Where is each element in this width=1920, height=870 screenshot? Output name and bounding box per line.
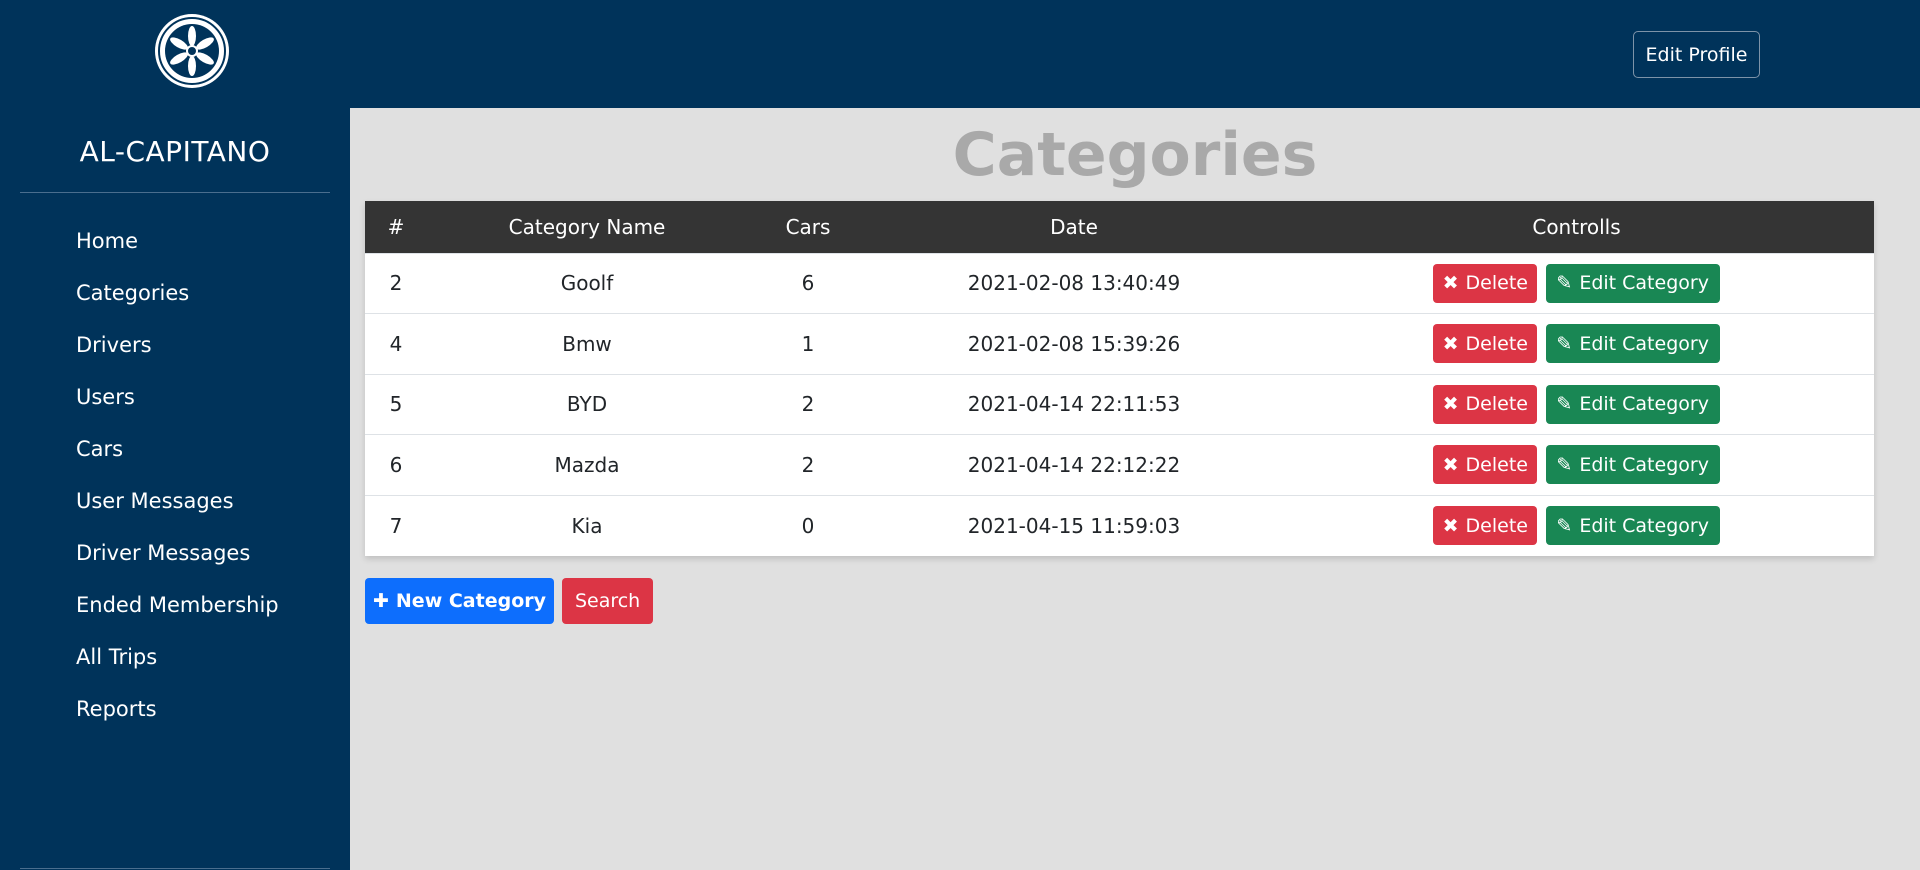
- cell-name: BYD: [566, 392, 608, 417]
- table-row: 2 Goolf 6 2021-02-08 13:40:49 ✖ Delete ✎ E…: [365, 253, 1874, 314]
- times-icon: ✖: [1442, 453, 1459, 476]
- delete-button[interactable]: ✖ Delete: [1433, 384, 1538, 424]
- cell-cars: 6: [801, 271, 815, 296]
- edit-category-button[interactable]: ✎ Edit Category: [1545, 506, 1720, 545]
- cell-controls: ✖ Delete ✎ Edit Category: [1279, 495, 1874, 556]
- table-row: 7 Kia 0 2021-04-15 11:59:03 ✖ Delete ✎ Edi…: [365, 495, 1874, 556]
- edit-category-button[interactable]: ✎ Edit Category: [1545, 384, 1720, 424]
- delete-button[interactable]: ✖ Delete: [1433, 506, 1538, 545]
- edit-icon: ✎: [1556, 514, 1573, 537]
- cell-cars: 2: [801, 392, 815, 417]
- edit-category-button[interactable]: ✎ Edit Category: [1545, 263, 1720, 303]
- edit-icon: ✎: [1556, 332, 1573, 355]
- new-category-button[interactable]: ✚ New Category: [365, 578, 554, 624]
- sidebar-item-home[interactable]: Home: [76, 222, 279, 274]
- cell-id: 7: [389, 513, 403, 538]
- edit-label: Edit Category: [1579, 514, 1709, 537]
- cell-name: Kia: [571, 513, 603, 538]
- sidebar-item-drivers[interactable]: Drivers: [76, 326, 279, 378]
- header-date: Date: [1050, 214, 1098, 239]
- table-header-row: # Category Name Cars Date Controlls: [365, 201, 1874, 253]
- sidebar-item-user-messages[interactable]: User Messages: [76, 482, 279, 534]
- header-category-name: Category Name: [508, 214, 666, 239]
- cell-id: 4: [389, 331, 403, 356]
- times-icon: ✖: [1442, 393, 1459, 416]
- edit-label: Edit Category: [1579, 272, 1709, 295]
- sidebar-item-users[interactable]: Users: [76, 378, 279, 430]
- categories-table: # Category Name Cars Date Controlls 2 Go…: [365, 201, 1874, 556]
- sidebar-item-categories[interactable]: Categories: [76, 274, 279, 326]
- cell-controls: ✖ Delete ✎ Edit Category: [1279, 314, 1874, 375]
- cell-date: 2021-02-08 13:40:49: [967, 271, 1181, 296]
- table-row: 6 Mazda 2 2021-04-14 22:12:22 ✖ Delete ✎ E…: [365, 434, 1874, 496]
- wheel-icon[interactable]: [153, 12, 231, 90]
- sidebar-item-all-trips[interactable]: All Trips: [76, 638, 279, 690]
- brand-name: AL-CAPITANO: [79, 135, 271, 168]
- header-controls: Controlls: [1532, 214, 1621, 239]
- cell-cars: 2: [801, 452, 815, 477]
- edit-icon: ✎: [1556, 453, 1573, 476]
- cell-date: 2021-04-14 22:12:22: [967, 452, 1181, 477]
- delete-label: Delete: [1465, 514, 1528, 537]
- edit-label: Edit Category: [1579, 393, 1709, 416]
- header-id: #: [387, 214, 405, 239]
- edit-category-button[interactable]: ✎ Edit Category: [1545, 445, 1720, 485]
- delete-label: Delete: [1465, 453, 1528, 476]
- times-icon: ✖: [1442, 272, 1459, 295]
- edit-label: Edit Category: [1579, 332, 1709, 355]
- cell-controls: ✖ Delete ✎ Edit Category: [1279, 374, 1874, 435]
- bottom-actions: ✚ New Category Search: [365, 578, 654, 624]
- edit-profile-button[interactable]: Edit Profile: [1633, 31, 1760, 78]
- cell-name: Mazda: [554, 452, 620, 477]
- edit-icon: ✎: [1556, 393, 1573, 416]
- cell-id: 6: [389, 452, 403, 477]
- sidebar-item-ended-membership[interactable]: Ended Membership: [76, 586, 279, 638]
- cell-date: 2021-02-08 15:39:26: [967, 331, 1181, 356]
- delete-label: Delete: [1465, 393, 1528, 416]
- sidebar-bottom-divider: [20, 868, 330, 869]
- sidebar-item-reports[interactable]: Reports: [76, 690, 279, 742]
- cell-controls: ✖ Delete ✎ Edit Category: [1279, 435, 1874, 496]
- delete-button[interactable]: ✖ Delete: [1433, 324, 1538, 364]
- cell-name: Goolf: [560, 271, 614, 296]
- edit-icon: ✎: [1556, 272, 1573, 295]
- edit-label: Edit Category: [1579, 453, 1709, 476]
- times-icon: ✖: [1442, 332, 1459, 355]
- edit-category-button[interactable]: ✎ Edit Category: [1545, 324, 1720, 364]
- times-icon: ✖: [1442, 514, 1459, 537]
- cell-cars: 1: [801, 331, 815, 356]
- delete-label: Delete: [1465, 272, 1528, 295]
- new-category-label: New Category: [395, 590, 547, 612]
- delete-button[interactable]: ✖ Delete: [1433, 263, 1538, 303]
- sidebar-nav: Home Categories Drivers Users Cars User …: [76, 222, 279, 742]
- cell-date: 2021-04-14 22:11:53: [967, 392, 1181, 417]
- cell-date: 2021-04-15 11:59:03: [967, 513, 1181, 538]
- sidebar: AL-CAPITANO Home Categories Drivers User…: [0, 0, 350, 870]
- cell-controls: ✖ Delete ✎ Edit Category: [1279, 253, 1874, 314]
- cell-cars: 0: [801, 513, 815, 538]
- cell-id: 5: [389, 392, 403, 417]
- search-button[interactable]: Search: [562, 578, 654, 624]
- plus-icon: ✚: [372, 590, 389, 612]
- header-cars: Cars: [785, 214, 831, 239]
- brand-divider: [20, 192, 330, 193]
- sidebar-item-driver-messages[interactable]: Driver Messages: [76, 534, 279, 586]
- table-row: 4 Bmw 1 2021-02-08 15:39:26 ✖ Delete ✎ Edi…: [365, 313, 1874, 375]
- page-title: Categories: [952, 120, 1318, 190]
- cell-name: Bmw: [562, 331, 612, 356]
- table-row: 5 BYD 2 2021-04-14 22:11:53 ✖ Delete ✎ Edi…: [365, 374, 1874, 435]
- delete-button[interactable]: ✖ Delete: [1433, 445, 1538, 485]
- sidebar-item-cars[interactable]: Cars: [76, 430, 279, 482]
- cell-id: 2: [389, 271, 403, 296]
- delete-label: Delete: [1465, 332, 1528, 355]
